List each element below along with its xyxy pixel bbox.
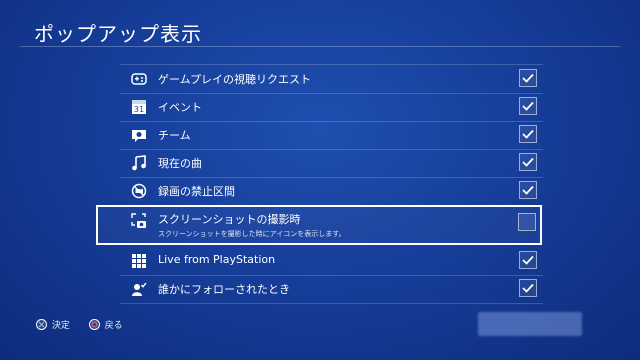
list-item-team[interactable]: チーム	[120, 121, 543, 150]
footer-hints: 決定 戻る	[36, 318, 139, 331]
confirm-label: 決定	[51, 321, 70, 331]
list-item-followed[interactable]: 誰かにフォローされたとき	[120, 275, 543, 304]
back-hint[interactable]: 戻る	[88, 318, 123, 331]
screenshot-camera-icon	[131, 213, 147, 229]
list-item-recording-prohibited[interactable]: 録画の禁止区間	[120, 177, 543, 206]
list-item-label: 現在の曲	[158, 157, 202, 170]
list-item-label: 録画の禁止区間	[158, 185, 235, 198]
list-item-event[interactable]: 31 イベント	[120, 93, 543, 122]
page-title: ポップアップ表示	[34, 22, 202, 46]
list-item-label: ゲームプレイの視聴リクエスト	[158, 73, 312, 86]
list-item-label: スクリーンショットの撮影時	[158, 213, 301, 226]
team-icon	[131, 127, 147, 143]
live-grid-icon	[131, 253, 147, 269]
calendar-icon: 31	[131, 99, 147, 115]
checkbox[interactable]	[518, 213, 536, 231]
list-item-gameplay-request[interactable]: ゲームプレイの視聴リクエスト	[120, 64, 543, 94]
checkbox[interactable]	[519, 97, 537, 115]
follow-user-icon	[131, 281, 147, 297]
list-item-label: イベント	[158, 101, 202, 114]
controller-icon	[131, 71, 147, 87]
list-item-live-from-playstation[interactable]: Live from PlayStation	[120, 247, 543, 276]
list-item-label: チーム	[158, 129, 191, 142]
music-note-icon	[131, 155, 147, 171]
cross-button-icon	[36, 319, 47, 330]
checkbox[interactable]	[519, 125, 537, 143]
no-recording-icon	[131, 183, 147, 199]
checkbox[interactable]	[519, 69, 537, 87]
list-item-description: スクリーンショットを撮影した時にアイコンを表示します。	[158, 230, 346, 238]
list-item-label: Live from PlayStation	[158, 253, 276, 266]
svg-text:31: 31	[134, 105, 144, 114]
list-item-label: 誰かにフォローされたとき	[158, 283, 290, 296]
circle-button-icon	[88, 319, 100, 330]
checkbox[interactable]	[519, 251, 537, 269]
back-label: 戻る	[104, 321, 123, 331]
list-item-screenshot[interactable]: スクリーンショットの撮影時 スクリーンショットを撮影した時にアイコンを表示します…	[96, 205, 542, 245]
list-item-current-song[interactable]: 現在の曲	[120, 149, 543, 178]
checkbox[interactable]	[519, 279, 537, 297]
blurred-watermark	[478, 312, 582, 336]
confirm-hint[interactable]: 決定	[36, 318, 70, 331]
checkbox[interactable]	[519, 153, 537, 171]
header-divider	[20, 46, 620, 47]
checkbox[interactable]	[519, 181, 537, 199]
